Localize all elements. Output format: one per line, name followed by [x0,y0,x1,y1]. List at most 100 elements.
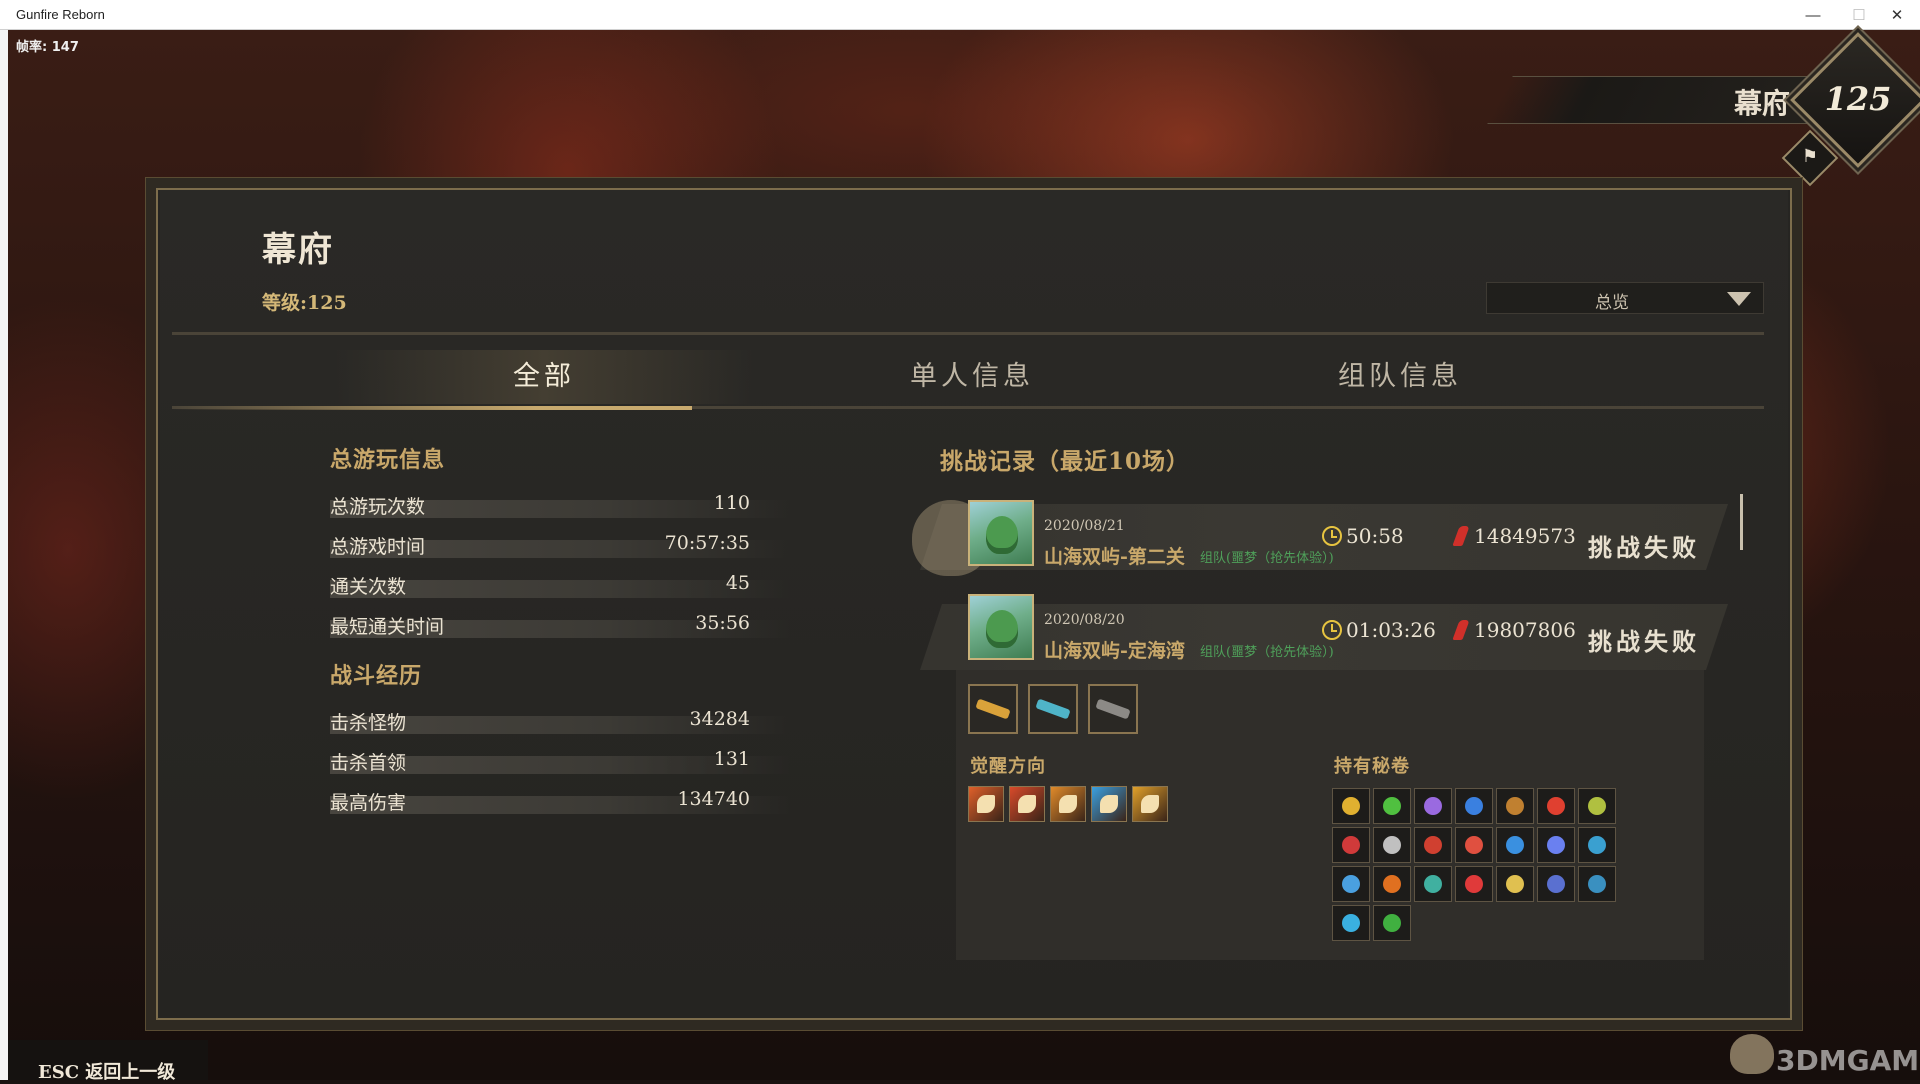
scroll-glyph-icon [1342,875,1360,893]
scroll-item-icon[interactable] [1455,788,1493,824]
watermark: 3DMGAME [1776,1044,1920,1077]
scroll-item-icon[interactable] [1455,827,1493,863]
chevron-down-icon [1727,292,1751,306]
weapon-slot[interactable] [968,684,1018,734]
weapon-slot[interactable] [1028,684,1078,734]
scroll-item-icon[interactable] [1496,788,1534,824]
fps-counter: 帧率: 147 [16,40,79,55]
records-scrollbar[interactable] [1740,494,1743,550]
awaken-heading: 觉醒方向 [970,756,1046,777]
scroll-glyph-icon [1465,797,1483,815]
scroll-item-icon[interactable] [1332,788,1370,824]
scroll-item-icon[interactable] [1496,827,1534,863]
stat-row: 击杀怪物 34284 [330,708,790,734]
scroll-item-icon[interactable] [1578,788,1616,824]
stat-row: 总游玩次数 110 [330,492,790,518]
overview-dropdown[interactable]: 总览 [1486,282,1764,314]
close-button[interactable]: ✕ [1874,0,1920,30]
rank-level: 125 [1824,80,1892,118]
skill-glyph-icon [1100,795,1118,813]
scroll-item-icon[interactable] [1414,788,1452,824]
awaken-skill-icon[interactable] [1050,786,1086,822]
hero-avatar [968,500,1034,566]
tab-solo[interactable]: 单人信息 [762,350,1182,404]
hero-avatar [968,594,1034,660]
stat-label: 击杀怪物 [330,712,407,734]
record-mode: 组队(噩梦（抢先体验）) [1200,551,1334,566]
stat-value: 45 [725,572,750,594]
stat-value: 70:57:35 [664,532,750,554]
scroll-glyph-icon [1547,836,1565,854]
record-date: 2020/08/21 [1044,518,1125,534]
scroll-item-icon[interactable] [1414,866,1452,902]
stat-row: 最短通关时间 35:56 [330,612,790,638]
window-left-edge [0,30,8,1080]
stat-label: 通关次数 [330,576,407,598]
scroll-item-icon[interactable] [1373,866,1411,902]
record-mode: 组队(噩梦（抢先体验）) [1200,645,1334,660]
scroll-glyph-icon [1383,836,1401,854]
weapon-slot[interactable] [1088,684,1138,734]
scroll-item-icon[interactable] [1332,827,1370,863]
gun-icon [1035,698,1071,720]
tab-all[interactable]: 全部 [334,350,754,404]
scroll-item-icon[interactable] [1373,788,1411,824]
scroll-item-icon[interactable] [1373,905,1411,941]
stat-value: 110 [713,492,750,514]
record-result: 挑战失败 [1588,627,1700,656]
record-map: 山海双屿-定海湾 [1044,640,1185,662]
stat-row: 总游戏时间 70:57:35 [330,532,790,558]
clock-icon [1322,620,1342,640]
stat-value: 134740 [677,788,750,810]
divider [172,332,1764,335]
scroll-glyph-icon [1342,836,1360,854]
stat-row: 最高伤害 134740 [330,788,790,814]
skill-glyph-icon [977,795,995,813]
scroll-glyph-icon [1424,875,1442,893]
scroll-item-icon[interactable] [1496,866,1534,902]
scroll-glyph-icon [1547,797,1565,815]
tab-team[interactable]: 组队信息 [1190,350,1610,404]
scroll-glyph-icon [1342,797,1360,815]
scroll-item-icon[interactable] [1578,866,1616,902]
scroll-item-icon[interactable] [1332,905,1370,941]
scroll-glyph-icon [1588,875,1606,893]
skill-glyph-icon [1018,795,1036,813]
awaken-skill-icon[interactable] [1091,786,1127,822]
scrolls-heading: 持有秘卷 [1334,756,1410,777]
scroll-glyph-icon [1506,797,1524,815]
scroll-glyph-icon [1424,797,1442,815]
scroll-item-icon[interactable] [1537,827,1575,863]
esc-back-hint[interactable]: ESC 返回上一级 [38,1058,175,1084]
scroll-item-icon[interactable] [1537,788,1575,824]
stat-value: 34284 [689,708,750,730]
scroll-item-icon[interactable] [1373,827,1411,863]
scroll-item-icon[interactable] [1578,827,1616,863]
combat-heading: 战斗经历 [330,663,423,689]
flag-icon: ⚑ [1801,145,1819,167]
window-title: Gunfire Reborn [16,7,105,22]
scroll-item-icon[interactable] [1537,866,1575,902]
active-tab-indicator [172,406,692,410]
records-heading: 挑战记录（最近10场） [940,448,1191,475]
record-time: 50:58 [1346,524,1404,548]
page-title: 幕府 [262,230,334,270]
stat-label: 最短通关时间 [330,616,445,638]
player-level: 等级:125 [262,292,347,314]
stat-row: 通关次数 45 [330,572,790,598]
scroll-glyph-icon [1547,875,1565,893]
record-result: 挑战失败 [1588,533,1700,562]
awaken-skill-icon[interactable] [968,786,1004,822]
scroll-glyph-icon [1424,836,1442,854]
skill-glyph-icon [1141,795,1159,813]
awaken-skill-icon[interactable] [1132,786,1168,822]
scroll-glyph-icon [1588,836,1606,854]
awaken-skill-icon[interactable] [1009,786,1045,822]
clock-icon [1322,526,1342,546]
scroll-item-icon[interactable] [1332,866,1370,902]
dropdown-selected-value: 总览 [1595,293,1629,313]
scroll-glyph-icon [1383,875,1401,893]
scroll-item-icon[interactable] [1455,866,1493,902]
minimize-button[interactable]: — [1790,0,1836,30]
scroll-item-icon[interactable] [1414,827,1452,863]
